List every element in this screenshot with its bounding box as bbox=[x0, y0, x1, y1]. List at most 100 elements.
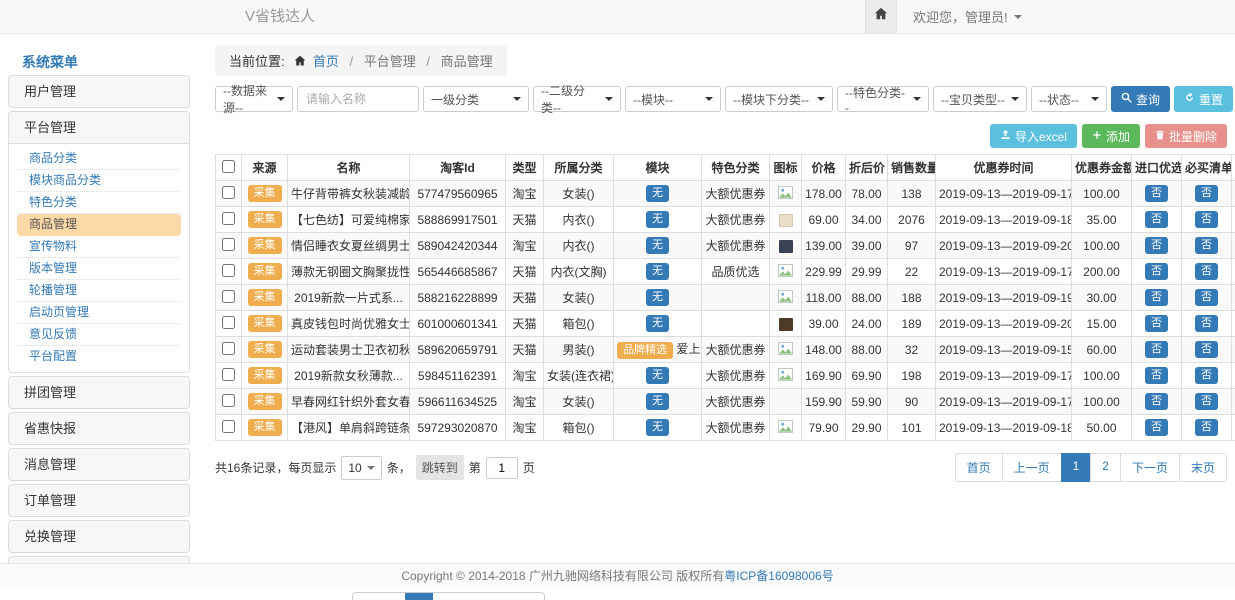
module-badge: 无 bbox=[646, 315, 669, 332]
must-buy-badge[interactable]: 否 bbox=[1195, 211, 1218, 228]
special-category-cell: 大额优惠券 bbox=[702, 415, 770, 441]
jump-page-input[interactable] bbox=[486, 457, 518, 479]
icon-cell bbox=[770, 233, 802, 259]
filter-select-module[interactable]: --模块-- bbox=[625, 86, 721, 112]
sidebar-item-用户管理[interactable]: 用户管理 bbox=[9, 76, 189, 107]
must-buy-badge[interactable]: 否 bbox=[1195, 315, 1218, 332]
sidebar-subitem-商品分类[interactable]: 商品分类 bbox=[17, 148, 181, 170]
sidebar-subitem-宣传物料[interactable]: 宣传物料 bbox=[17, 236, 181, 258]
name-cell: 2019新款女秋薄款... bbox=[288, 363, 410, 389]
jump-button[interactable]: 跳转到 bbox=[416, 455, 464, 480]
sidebar-item-拼团管理[interactable]: 拼团管理 bbox=[9, 377, 189, 408]
sales-cell: 32 bbox=[888, 337, 936, 363]
filter-select-special-category[interactable]: --特色分类-- bbox=[837, 86, 929, 112]
page-button-1[interactable]: 1 bbox=[1061, 453, 1092, 482]
sidebar-subitem-平台配置[interactable]: 平台配置 bbox=[17, 346, 181, 368]
breadcrumb-home-link[interactable]: 首页 bbox=[313, 54, 339, 69]
must-buy-cell: 否 bbox=[1182, 363, 1232, 389]
sidebar-subitem-版本管理[interactable]: 版本管理 bbox=[17, 258, 181, 280]
page-button-末页[interactable]: 末页 bbox=[1179, 453, 1227, 482]
select-all-checkbox[interactable] bbox=[222, 160, 235, 173]
sidebar-subitem-商品管理[interactable]: 商品管理 bbox=[17, 214, 181, 236]
must-buy-badge[interactable]: 否 bbox=[1195, 263, 1218, 280]
records-count-suffix: 条， bbox=[387, 459, 411, 476]
row-checkbox[interactable] bbox=[222, 342, 235, 355]
status-cell: 上架 bbox=[1232, 233, 1235, 259]
row-checkbox[interactable] bbox=[222, 212, 235, 225]
import-select-badge[interactable]: 否 bbox=[1145, 237, 1168, 254]
filter-select-level2-category[interactable]: --二级分类-- bbox=[533, 86, 621, 112]
must-buy-badge[interactable]: 否 bbox=[1195, 185, 1218, 202]
filter-select-item-type[interactable]: --宝贝类型-- bbox=[933, 86, 1027, 112]
scrollbar-thumb[interactable] bbox=[405, 593, 433, 600]
must-buy-badge[interactable]: 否 bbox=[1195, 341, 1218, 358]
sidebar-subitem-轮播管理[interactable]: 轮播管理 bbox=[17, 280, 181, 302]
row-checkbox[interactable] bbox=[222, 186, 235, 199]
import-select-badge[interactable]: 否 bbox=[1145, 341, 1168, 358]
page-button-下一页[interactable]: 下一页 bbox=[1120, 453, 1180, 482]
products-table: 来源 名称 淘客Id 类型 所属分类 模块 特色分类 图标 价格 折后价 销售数… bbox=[215, 154, 1235, 441]
row-checkbox[interactable] bbox=[222, 316, 235, 329]
must-buy-badge[interactable]: 否 bbox=[1195, 419, 1218, 436]
filter-select-status[interactable]: --状态-- bbox=[1031, 86, 1107, 112]
search-button[interactable]: 查询 bbox=[1111, 86, 1170, 112]
sidebar-item-消息管理[interactable]: 消息管理 bbox=[9, 449, 189, 480]
import-select-badge[interactable]: 否 bbox=[1145, 393, 1168, 410]
sidebar-item-订单管理[interactable]: 订单管理 bbox=[9, 485, 189, 516]
name-cell: 早春网红针织外套女春... bbox=[288, 389, 410, 415]
col-icon: 图标 bbox=[770, 155, 802, 181]
import-select-badge[interactable]: 否 bbox=[1145, 185, 1168, 202]
import-select-badge[interactable]: 否 bbox=[1145, 419, 1168, 436]
taoke-id-cell: 601000601341 bbox=[410, 311, 506, 337]
must-buy-badge[interactable]: 否 bbox=[1195, 367, 1218, 384]
import-select-badge[interactable]: 否 bbox=[1145, 211, 1168, 228]
home-button[interactable] bbox=[865, 0, 897, 33]
row-checkbox[interactable] bbox=[222, 290, 235, 303]
import-select-badge[interactable]: 否 bbox=[1145, 289, 1168, 306]
filter-select-level1-category[interactable]: 一级分类 bbox=[423, 86, 529, 112]
col-discount-price: 折后价 bbox=[846, 155, 888, 181]
sidebar-subitem-模块商品分类[interactable]: 模块商品分类 bbox=[17, 170, 181, 192]
per-page-select[interactable]: 10 bbox=[341, 456, 381, 480]
row-select-cell bbox=[216, 415, 242, 441]
import-select-cell: 否 bbox=[1132, 207, 1182, 233]
table-row: 采集运动套装男士卫衣初秋...589620659791天猫男装()品牌精选 爱上… bbox=[216, 337, 1235, 363]
must-buy-badge[interactable]: 否 bbox=[1195, 289, 1218, 306]
source-badge: 采集 bbox=[248, 419, 282, 436]
sidebar-item-兑换管理[interactable]: 兑换管理 bbox=[9, 521, 189, 552]
partial-scrollbar-track[interactable] bbox=[352, 592, 545, 600]
sidebar-subitem-特色分类[interactable]: 特色分类 bbox=[17, 192, 181, 214]
row-checkbox[interactable] bbox=[222, 238, 235, 251]
special-category-cell: 大额优惠券 bbox=[702, 363, 770, 389]
sidebar-subitem-意见反馈[interactable]: 意见反馈 bbox=[17, 324, 181, 346]
import-select-badge[interactable]: 否 bbox=[1145, 367, 1168, 384]
name-search-input[interactable] bbox=[297, 86, 419, 112]
row-checkbox[interactable] bbox=[222, 264, 235, 277]
row-checkbox[interactable] bbox=[222, 420, 235, 433]
add-button[interactable]: 添加 bbox=[1082, 124, 1140, 148]
import-select-badge[interactable]: 否 bbox=[1145, 315, 1168, 332]
sidebar-group-消息管理: 消息管理 bbox=[8, 448, 190, 481]
filter-select-module-subcategory[interactable]: --模块下分类-- bbox=[725, 86, 833, 112]
sidebar-item-平台管理[interactable]: 平台管理 bbox=[9, 112, 189, 143]
col-price: 价格 bbox=[802, 155, 846, 181]
batch-delete-button[interactable]: 批量删除 bbox=[1145, 124, 1227, 148]
filter-select-data-source[interactable]: --数据来源-- bbox=[215, 86, 293, 112]
discount-price-cell: 29.99 bbox=[846, 259, 888, 285]
page-button-首页[interactable]: 首页 bbox=[955, 453, 1003, 482]
sidebar-subitem-启动页管理[interactable]: 启动页管理 bbox=[17, 302, 181, 324]
must-buy-badge[interactable]: 否 bbox=[1195, 237, 1218, 254]
discount-price-cell: 69.90 bbox=[846, 363, 888, 389]
reset-button[interactable]: 重置 bbox=[1174, 86, 1233, 112]
import-excel-button[interactable]: 导入excel bbox=[990, 124, 1077, 148]
icp-link[interactable]: 粤ICP备16098006号 bbox=[724, 569, 833, 583]
broken-image-icon bbox=[778, 422, 793, 436]
row-checkbox[interactable] bbox=[222, 368, 235, 381]
page-button-上一页[interactable]: 上一页 bbox=[1002, 453, 1062, 482]
import-select-badge[interactable]: 否 bbox=[1145, 263, 1168, 280]
row-checkbox[interactable] bbox=[222, 394, 235, 407]
page-button-2[interactable]: 2 bbox=[1090, 453, 1121, 482]
user-menu[interactable]: 欢迎您，管理员! bbox=[913, 7, 1022, 26]
must-buy-badge[interactable]: 否 bbox=[1195, 393, 1218, 410]
sidebar-item-省惠快报[interactable]: 省惠快报 bbox=[9, 413, 189, 444]
